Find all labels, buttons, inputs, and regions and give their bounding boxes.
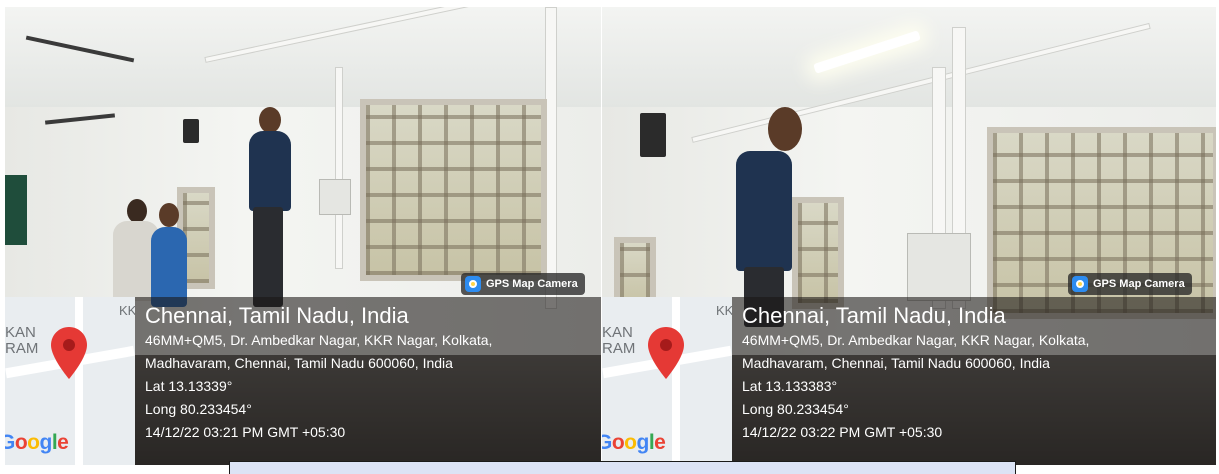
google-logo: Google (602, 431, 666, 454)
city-title: Chennai, Tamil Nadu, India (145, 303, 409, 328)
address-line-1: 46MM+QM5, Dr. Ambedkar Nagar, KKR Nagar,… (742, 332, 1090, 348)
window-grille (360, 99, 547, 281)
badge-label: GPS Map Camera (1093, 278, 1185, 290)
map-label-kan: KAN (5, 324, 36, 341)
person-on-ladder (243, 77, 303, 307)
caption-box (229, 461, 1016, 474)
gps-map-camera-badge: GPS Map Camera (461, 273, 585, 295)
address-line-2: Madhavaram, Chennai, Tamil Nadu 600060, … (742, 355, 1050, 371)
speaker (183, 119, 199, 143)
location-pin-icon (51, 327, 87, 379)
map-label-ram: RAM (5, 340, 39, 357)
badge-label: GPS Map Camera (486, 278, 578, 290)
longitude: Long 80.233454° (742, 401, 849, 417)
timestamp: 14/12/22 03:22 PM GMT +05:30 (742, 424, 943, 440)
chalkboard (5, 175, 27, 245)
timestamp: 14/12/22 03:21 PM GMT +05:30 (145, 424, 346, 440)
mini-map: KAN RAM KK Google (5, 297, 135, 465)
location-info-panel: Chennai, Tamil Nadu, India 46MM+QM5, Dr.… (135, 297, 601, 465)
location-pin-icon (648, 327, 684, 379)
latitude: Lat 13.133383° (742, 378, 838, 394)
google-logo: Google (5, 431, 69, 454)
latitude: Lat 13.13339° (145, 378, 233, 394)
gps-map-camera-badge: GPS Map Camera (1068, 273, 1192, 295)
location-info-panel: Chennai, Tamil Nadu, India 46MM+QM5, Dr.… (732, 297, 1216, 465)
address-line-2: Madhavaram, Chennai, Tamil Nadu 600060, … (145, 355, 453, 371)
photo-right: GPS Map Camera KAN RAM KK Google Chennai… (602, 7, 1216, 465)
gps-map-camera-icon (1072, 276, 1088, 292)
electrical-panel (907, 233, 971, 301)
map-label-kk: KK (119, 303, 135, 318)
person-pointing (728, 107, 818, 327)
longitude: Long 80.233454° (145, 401, 252, 417)
address-line-1: 46MM+QM5, Dr. Ambedkar Nagar, KKR Nagar,… (145, 332, 493, 348)
map-label-kan: KAN (602, 324, 633, 341)
mini-map: KAN RAM KK Google (602, 297, 732, 465)
map-label-kk: KK (716, 303, 732, 318)
city-title: Chennai, Tamil Nadu, India (742, 303, 1006, 328)
photo-left: GPS Map Camera KAN RAM KK Google Chennai… (5, 7, 601, 465)
speaker (640, 113, 666, 157)
gps-map-camera-icon (465, 276, 481, 292)
wall-conduit (335, 67, 343, 269)
map-label-ram: RAM (602, 340, 636, 357)
electrical-panel (319, 179, 351, 215)
